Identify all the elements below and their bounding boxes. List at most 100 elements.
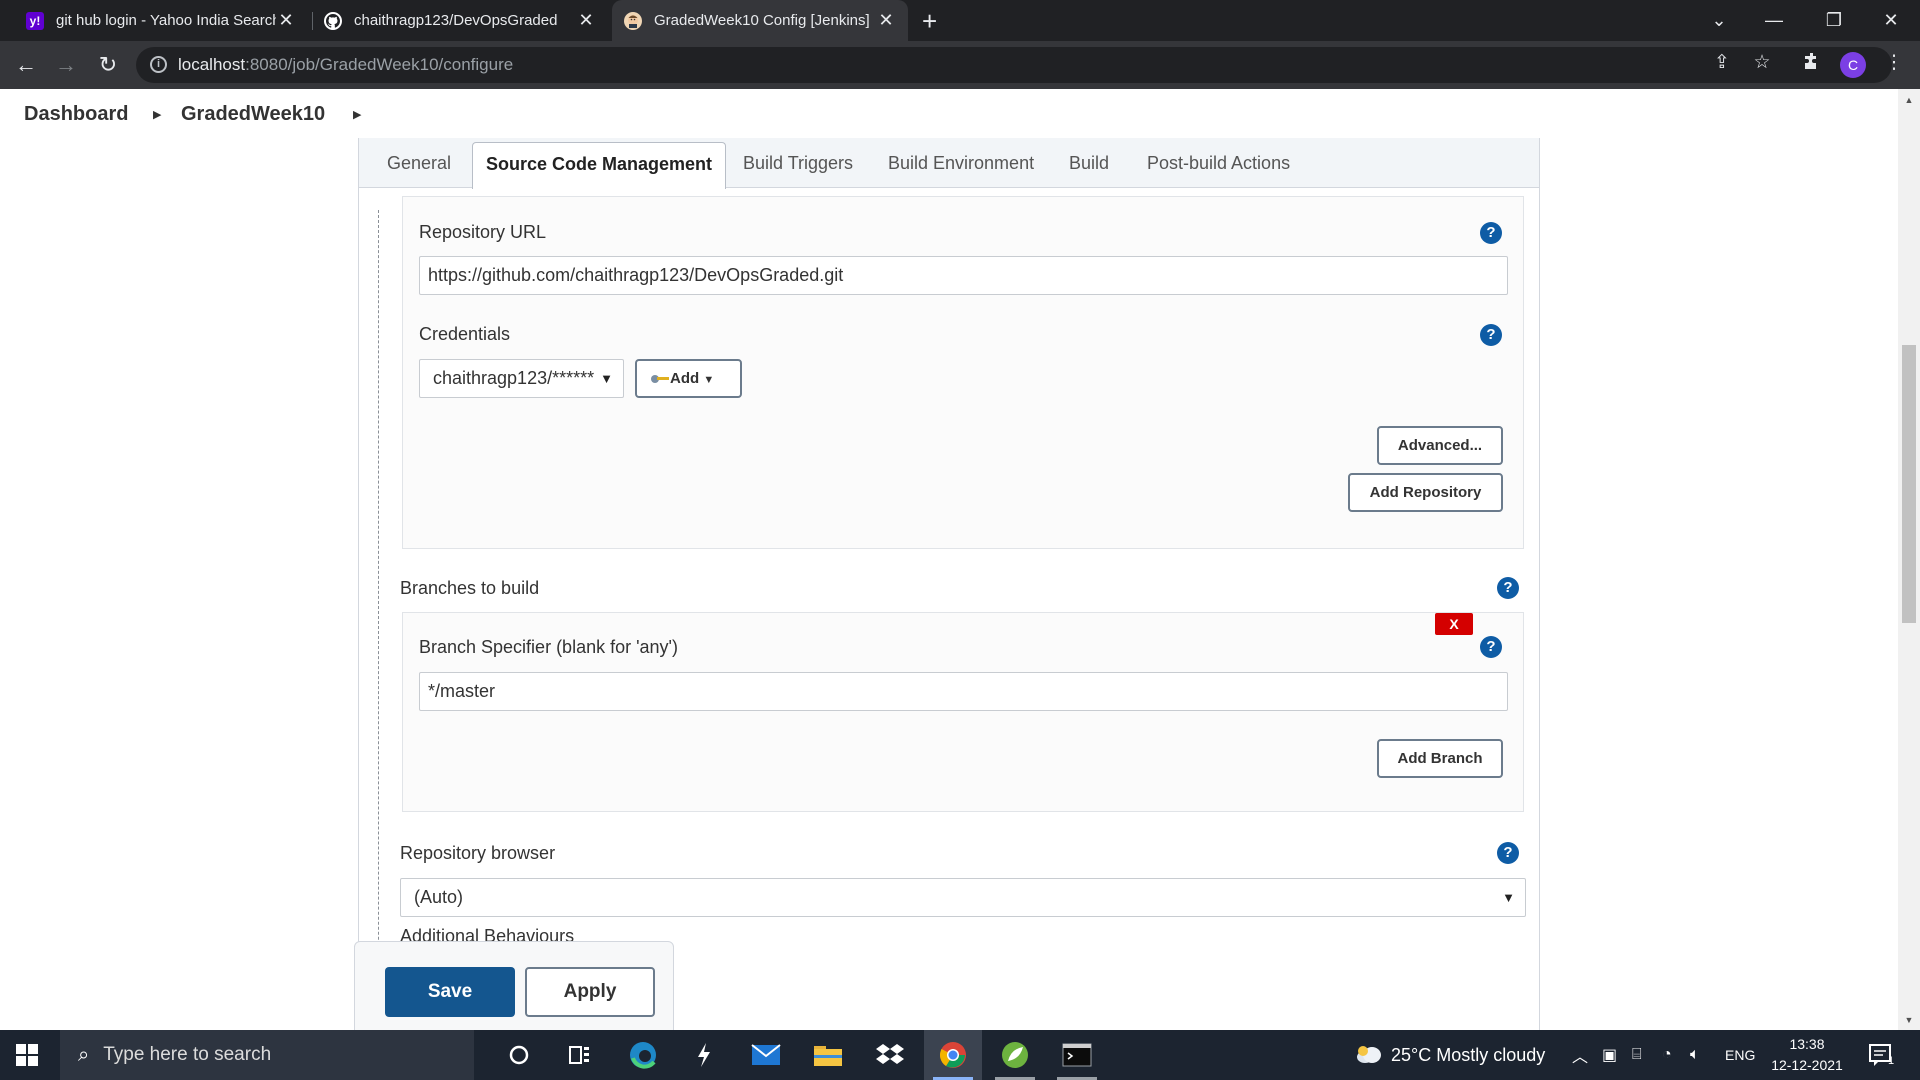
branches-to-build-label: Branches to build [400,578,540,598]
delete-branch-button[interactable]: X [1435,613,1473,635]
weather-text: 25°C Mostly cloudy [1391,1044,1546,1065]
caret-down-icon: ▼ [703,374,715,386]
reload-icon[interactable]: ↻ [96,53,120,77]
taskbar-search-box[interactable]: ⌕ Type here to search [60,1030,474,1080]
browser-tab-yahoo[interactable]: y! git hub login - Yahoo India Search ✕ [14,0,308,41]
windows-taskbar: ⌕ Type here to search 25°C Mostly cloudy… [0,1030,1920,1080]
close-tab-icon[interactable]: ✕ [576,10,596,31]
file-explorer-icon[interactable] [799,1030,857,1080]
add-branch-button[interactable]: Add Branch [1377,739,1503,778]
breadcrumb-dashboard[interactable]: Dashboard [24,103,128,126]
cloud-icon [1357,1046,1381,1063]
weather-widget[interactable]: 25°C Mostly cloudy [1355,1030,1545,1080]
repository-browser-select[interactable]: (Auto) ▼ [400,878,1526,917]
breadcrumb: Dashboard ▶ GradedWeek10 ▶ [0,89,1898,140]
add-credentials-button[interactable]: Add ▼ [635,359,742,398]
close-window-button[interactable]: ✕ [1862,0,1920,41]
forward-arrow-icon[interactable]: → [54,53,78,77]
tab-title: git hub login - Yahoo India Search [56,12,276,29]
add-label: Add [670,370,700,387]
language-indicator[interactable]: ENG [1725,1030,1755,1080]
url-path: :8080/job/GradedWeek10/configure [245,55,514,74]
browser-tab-github[interactable]: chaithragp123/DevOpsGraded ✕ [312,0,608,41]
yahoo-icon: y! [26,11,44,30]
share-icon[interactable]: ⇪ [1710,51,1734,75]
profile-avatar[interactable]: C [1840,52,1866,78]
browser-tab-jenkins[interactable]: GradedWeek10 Config [Jenkins] ✕ [612,0,908,41]
tab-general[interactable]: General [387,138,451,188]
scroll-up-arrow-icon[interactable]: ▲ [1898,92,1920,108]
tab-build[interactable]: Build [1069,138,1109,188]
key-icon [651,374,669,384]
apply-button[interactable]: Apply [525,967,655,1017]
breadcrumb-arrow-icon[interactable]: ▶ [353,108,361,121]
site-info-icon[interactable]: i [150,56,167,73]
tab-source-code-management[interactable]: Source Code Management [472,142,727,189]
help-icon[interactable]: ? [1480,636,1502,658]
bookmark-star-icon[interactable]: ☆ [1750,51,1774,75]
section-indent-line [378,210,379,1040]
terminal-icon[interactable] [1048,1030,1106,1080]
more-menu-icon[interactable]: ⋮ [1882,51,1906,75]
breadcrumb-arrow-icon[interactable]: ▶ [153,108,161,121]
repository-browser-value: (Auto) [414,887,464,907]
url-text: localhost:8080/job/GradedWeek10/configur… [178,55,513,75]
credentials-label: Credentials [419,324,511,344]
mail-icon[interactable] [737,1030,795,1080]
volume-icon[interactable]: 🔈︎ [1690,1030,1700,1080]
clock-date: 12-12-2021 [1771,1057,1843,1073]
scroll-down-arrow-icon[interactable]: ▼ [1898,1012,1920,1028]
device-icon[interactable]: ▣ [1602,1030,1617,1080]
restore-button[interactable]: ❐ [1805,0,1863,41]
search-placeholder: Type here to search [103,1044,272,1065]
repository-url-input[interactable]: https://github.com/chaithragp123/DevOpsG… [419,256,1508,295]
help-icon[interactable]: ? [1497,842,1519,864]
windows-start-icon[interactable] [16,1044,38,1066]
add-repository-button[interactable]: Add Repository [1348,473,1503,512]
branch-specifier-input[interactable]: */master [419,672,1508,711]
show-hidden-icons-chevron-icon[interactable]: ︿ [1572,1030,1588,1080]
save-button[interactable]: Save [385,967,515,1017]
scrollbar-thumb[interactable] [1902,345,1916,623]
jenkins-icon [624,11,642,30]
cortana-icon[interactable] [490,1030,548,1080]
close-tab-icon[interactable]: ✕ [276,10,296,31]
extensions-puzzle-icon[interactable] [1800,51,1824,75]
tab-post-build-actions[interactable]: Post-build Actions [1147,138,1290,188]
advanced-button[interactable]: Advanced... [1377,426,1503,465]
back-arrow-icon[interactable]: ← [14,53,38,77]
tab-build-environment[interactable]: Build Environment [888,138,1034,188]
repository-browser-label: Repository browser [400,843,556,863]
system-clock[interactable]: 13:38 12-12-2021 [1770,1034,1844,1076]
tab-build-triggers[interactable]: Build Triggers [743,138,853,188]
task-view-icon[interactable] [551,1030,609,1080]
credentials-value: chaithragp123/****** [433,368,595,388]
help-icon[interactable]: ? [1480,222,1502,244]
chevron-down-icon: ▼ [600,371,613,386]
address-bar[interactable]: i localhost:8080/job/GradedWeek10/config… [136,47,1892,83]
branch-specifier-label: Branch Specifier (blank for 'any') [419,637,678,657]
tab-search-chevron-icon[interactable]: ⌄ [1690,0,1748,41]
notification-center-icon[interactable]: 1 [1868,1030,1894,1080]
chrome-icon[interactable] [924,1030,982,1080]
visual-studio-icon[interactable] [675,1030,733,1080]
credentials-select[interactable]: chaithragp123/****** ▼ [419,359,624,398]
help-icon[interactable]: ? [1480,324,1502,346]
network-monitor-icon[interactable]: ⌸ [1632,1030,1642,1080]
notification-count-badge: 1 [1888,1055,1895,1067]
edge-browser-icon[interactable] [614,1030,672,1080]
wifi-icon[interactable]: ◔ [1662,1030,1672,1080]
tab-title: chaithragp123/DevOpsGraded [354,12,558,29]
minimize-button[interactable]: — [1745,0,1803,41]
chevron-down-icon: ▼ [1502,890,1515,905]
config-tab-bar: General Source Code Management Build Tri… [359,138,1539,189]
dropbox-icon[interactable] [861,1030,919,1080]
url-host: localhost [178,55,246,74]
help-icon[interactable]: ? [1497,577,1519,599]
spring-tool-suite-icon[interactable] [986,1030,1044,1080]
search-icon: ⌕ [78,1043,90,1066]
new-tab-button[interactable]: + [922,6,937,37]
breadcrumb-job[interactable]: GradedWeek10 [181,103,325,126]
github-icon [324,11,342,30]
close-tab-icon[interactable]: ✕ [876,10,896,31]
